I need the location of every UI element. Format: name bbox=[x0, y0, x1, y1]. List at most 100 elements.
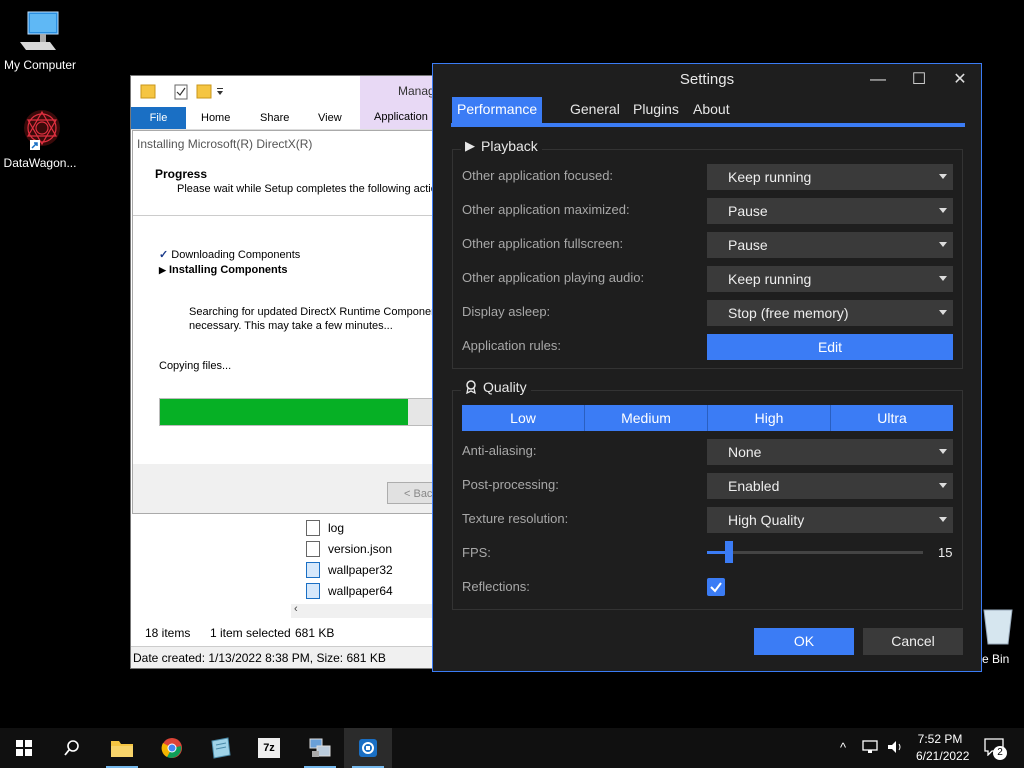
cancel-button[interactable]: Cancel bbox=[863, 628, 963, 655]
notification-center[interactable]: 2 bbox=[984, 738, 1007, 760]
taskbar: 7z ^ 7:52 PM 6/21/2022 2 bbox=[0, 728, 1024, 768]
file-icon bbox=[306, 540, 320, 557]
display-asleep-dropdown[interactable]: Stop (free memory) bbox=[707, 300, 953, 326]
post-processing-label: Post-processing: bbox=[462, 477, 559, 492]
settings-window[interactable]: Settings — ☐ ✕ Performance General Plugi… bbox=[432, 63, 982, 672]
item-count: 18 items bbox=[145, 626, 191, 640]
explorer-ribbon: File Home Share View Application bbox=[131, 107, 436, 130]
focused-label: Other application focused: bbox=[462, 168, 614, 183]
taskbar-chrome[interactable] bbox=[148, 728, 196, 768]
search-button[interactable] bbox=[48, 728, 96, 768]
7zip-icon: 7z bbox=[258, 738, 280, 758]
file-list: log version.json wallpaper32 wallpaper64 bbox=[306, 517, 436, 601]
play-icon: ▶ bbox=[465, 138, 475, 153]
reflections-checkbox[interactable] bbox=[707, 578, 725, 596]
desktop-icon-datawagon[interactable]: DataWagon... bbox=[0, 108, 80, 170]
setup-icon bbox=[309, 738, 331, 757]
copying-status: Copying files... bbox=[159, 360, 232, 372]
network-icon[interactable] bbox=[862, 739, 880, 758]
clock[interactable]: 7:52 PM 6/21/2022 bbox=[916, 732, 970, 763]
scroll-left-icon[interactable]: ‹ bbox=[294, 603, 298, 615]
tab-about[interactable]: About bbox=[688, 97, 735, 123]
settings-tabs: Performance General Plugins About bbox=[451, 97, 965, 127]
tab-performance[interactable]: Performance bbox=[452, 97, 543, 123]
selection-size: 681 KB bbox=[295, 626, 335, 640]
clock-date: 6/21/2022 bbox=[916, 749, 970, 763]
folder-icon bbox=[111, 741, 133, 757]
audio-dropdown[interactable]: Keep running bbox=[707, 266, 953, 292]
quick-access-toolbar: Manag bbox=[131, 76, 436, 107]
taskbar-wallpaper-app[interactable] bbox=[344, 728, 392, 768]
anti-aliasing-dropdown[interactable]: None bbox=[707, 439, 953, 465]
texture-resolution-dropdown[interactable]: High Quality bbox=[707, 507, 953, 533]
status-message-line1: Searching for updated DirectX Runtime Co… bbox=[189, 306, 446, 318]
config-file-icon bbox=[306, 561, 320, 578]
file-item[interactable]: log bbox=[306, 517, 436, 538]
ribbon-application-tab[interactable]: Application bbox=[360, 107, 436, 129]
post-processing-dropdown[interactable]: Enabled bbox=[707, 473, 953, 499]
focused-dropdown[interactable]: Keep running bbox=[707, 164, 953, 190]
texture-resolution-label: Texture resolution: bbox=[462, 511, 569, 526]
close-icon[interactable]: ✕ bbox=[948, 69, 972, 91]
ribbon-view-tab[interactable]: View bbox=[318, 112, 342, 124]
directx-setup-dialog[interactable]: Installing Microsoft(R) DirectX(R) Progr… bbox=[132, 130, 446, 514]
fps-value: 15 bbox=[938, 545, 953, 560]
datawagon-icon bbox=[16, 108, 64, 152]
clock-time: 7:52 PM bbox=[917, 732, 963, 746]
selection-count: 1 item selected bbox=[210, 626, 291, 640]
ribbon-share-tab[interactable]: Share bbox=[260, 112, 289, 124]
step-installing: ▶ Installing Components bbox=[159, 264, 288, 276]
wallpaper-engine-icon bbox=[359, 739, 377, 757]
playback-group-title: ▶ Playback bbox=[461, 138, 542, 154]
maximize-icon[interactable]: ☐ bbox=[907, 69, 931, 91]
dialog-header: Progress Please wait while Setup complet… bbox=[133, 157, 443, 216]
settings-title: Settings bbox=[679, 71, 735, 88]
fps-slider[interactable] bbox=[707, 541, 923, 563]
ok-button[interactable]: OK bbox=[754, 628, 854, 655]
fps-slider-thumb[interactable] bbox=[724, 541, 733, 563]
volume-icon[interactable] bbox=[886, 739, 904, 758]
chevron-down-icon bbox=[939, 483, 947, 488]
show-hidden-icons[interactable]: ^ bbox=[840, 740, 846, 755]
display-asleep-label: Display asleep: bbox=[462, 304, 551, 319]
horizontal-scrollbar[interactable]: ‹ bbox=[291, 603, 436, 618]
file-item[interactable]: wallpaper64 bbox=[306, 580, 436, 601]
award-icon bbox=[466, 380, 476, 394]
settings-titlebar[interactable]: Settings — ☐ ✕ bbox=[433, 64, 981, 96]
maximized-dropdown[interactable]: Pause bbox=[707, 198, 953, 224]
preset-high-button[interactable]: High bbox=[708, 405, 831, 431]
preset-medium-button[interactable]: Medium bbox=[585, 405, 708, 431]
maximized-label: Other application maximized: bbox=[462, 202, 630, 217]
file-item[interactable]: wallpaper32 bbox=[306, 559, 436, 580]
dialog-header-subtitle: Please wait while Setup completes the fo… bbox=[177, 183, 443, 195]
preset-low-button[interactable]: Low bbox=[462, 405, 585, 431]
desktop-icon-my-computer[interactable]: My Computer bbox=[0, 10, 80, 72]
ribbon-file-tab[interactable]: File bbox=[131, 107, 186, 129]
quality-preset-group: Low Medium High Ultra bbox=[462, 405, 953, 431]
taskbar-setup[interactable] bbox=[296, 728, 344, 768]
progress-fill bbox=[160, 399, 409, 425]
taskbar-file-explorer[interactable] bbox=[98, 728, 146, 768]
fps-label: FPS: bbox=[462, 545, 491, 560]
file-item[interactable]: version.json bbox=[306, 538, 436, 559]
manage-tab[interactable]: Manag bbox=[360, 76, 436, 107]
computer-icon bbox=[16, 10, 64, 54]
taskbar-notes-app[interactable] bbox=[196, 728, 244, 768]
preset-ultra-button[interactable]: Ultra bbox=[831, 405, 953, 431]
tab-plugins[interactable]: Plugins bbox=[628, 97, 684, 123]
checkmark-icon: ✓ bbox=[159, 249, 169, 261]
fullscreen-dropdown[interactable]: Pause bbox=[707, 232, 953, 258]
dialog-body: ✓ Downloading Components ▶ Installing Co… bbox=[133, 216, 446, 464]
chevron-down-icon bbox=[939, 242, 947, 247]
minimize-icon[interactable]: — bbox=[866, 69, 890, 91]
start-button[interactable] bbox=[0, 728, 48, 768]
back-button[interactable]: < Bac bbox=[387, 482, 435, 504]
edit-rules-button[interactable]: Edit bbox=[707, 334, 953, 360]
chevron-down-icon bbox=[939, 310, 947, 315]
ribbon-home-tab[interactable]: Home bbox=[201, 112, 230, 124]
tab-general[interactable]: General bbox=[565, 97, 625, 123]
taskbar-7zip[interactable]: 7z bbox=[246, 728, 294, 768]
anti-aliasing-label: Anti-aliasing: bbox=[462, 443, 537, 458]
chrome-icon bbox=[161, 738, 182, 758]
audio-label: Other application playing audio: bbox=[462, 270, 645, 285]
